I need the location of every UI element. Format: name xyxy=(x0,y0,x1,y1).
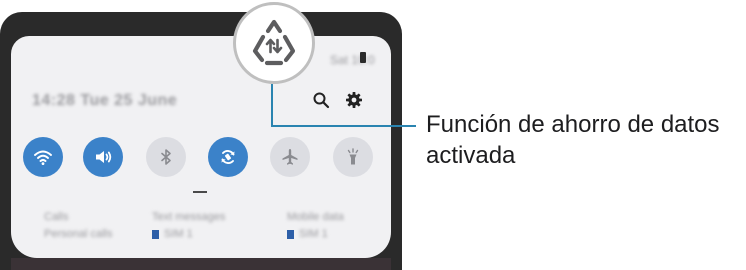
data-saver-icon xyxy=(252,19,296,66)
callout-label: Función de ahorro de datos activada xyxy=(426,111,720,169)
data-saver-badge xyxy=(233,2,315,84)
